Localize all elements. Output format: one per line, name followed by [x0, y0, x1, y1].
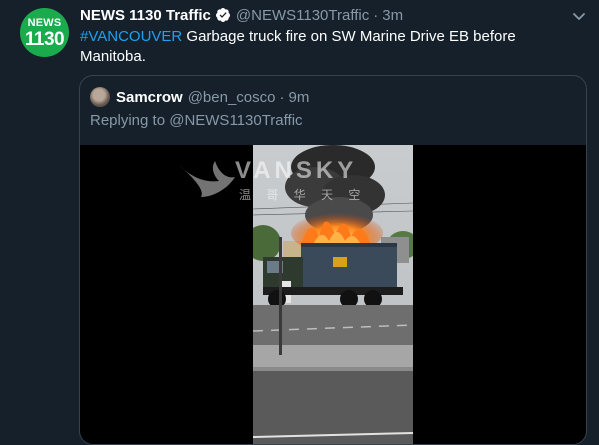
author-name[interactable]: NEWS 1130 Traffic	[80, 7, 211, 24]
tweet-text: #VANCOUVER Garbage truck fire on SW Mari…	[80, 27, 570, 67]
avatar-text-1130: 1130	[24, 29, 65, 50]
quoted-tweet-header: Samcrow @ben_cosco · 9m	[116, 87, 309, 107]
separator-dot: ·	[373, 6, 379, 24]
quoted-author-name: Samcrow	[116, 88, 183, 106]
avatar-text-news: NEWS	[27, 17, 62, 29]
verified-badge-icon	[215, 7, 231, 23]
garbage-truck-fire-image	[253, 145, 413, 444]
quoted-tweet[interactable]: Samcrow @ben_cosco · 9m Replying to @NEW…	[79, 75, 587, 445]
author-handle[interactable]: @NEWS1130Traffic	[236, 7, 369, 24]
tweet-timestamp[interactable]: 3m	[382, 7, 403, 24]
video-frame	[253, 145, 413, 444]
quoted-author-handle: @ben_cosco	[187, 88, 276, 106]
quoted-author-avatar[interactable]	[90, 87, 110, 107]
news1130-avatar[interactable]: NEWS 1130	[20, 8, 69, 57]
video-player[interactable]: VANSKY 温 哥 华 天 空	[80, 145, 586, 444]
hashtag-link[interactable]: #VANCOUVER	[80, 28, 182, 45]
replying-to-text: Replying to @NEWS1130Traffic	[90, 112, 303, 129]
quoted-separator-dot: ·	[279, 88, 285, 106]
chevron-down-icon[interactable]	[571, 8, 587, 24]
quoted-tweet-timestamp: 9m	[288, 88, 310, 106]
tweet-header: NEWS 1130 Traffic @NEWS1130Traffic · 3m	[80, 5, 403, 25]
tweet[interactable]: NEWS 1130 NEWS 1130 Traffic @NEWS1130Tra…	[0, 0, 599, 445]
